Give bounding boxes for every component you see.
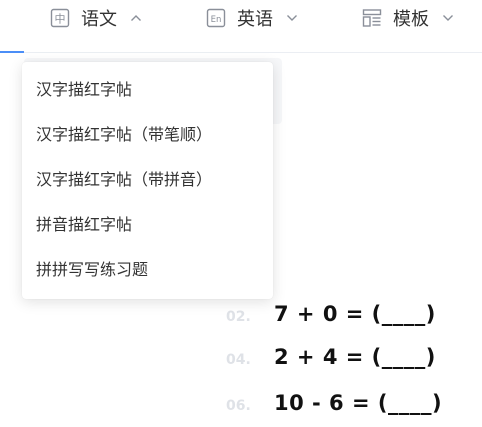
- tab-template[interactable]: 模板: [362, 0, 455, 36]
- svg-text:En: En: [211, 15, 222, 25]
- menu-item-pinyin-tracing[interactable]: 拼音描红字帖: [36, 213, 132, 237]
- active-tab-indicator: [0, 51, 24, 53]
- tab-chinese-label: 语文: [81, 9, 117, 30]
- problem-expression: 7 + 0 = (____): [274, 302, 436, 326]
- svg-text:中: 中: [55, 13, 66, 26]
- problem-expression: 10 - 6 = (____): [274, 391, 443, 415]
- problem-number: 02.: [226, 309, 251, 325]
- problem-row: 02. 7 + 0 = (____): [226, 302, 436, 332]
- tab-template-label: 模板: [393, 9, 429, 30]
- chevron-down-icon: [441, 11, 455, 25]
- chevron-down-icon: [285, 11, 299, 25]
- tab-english-label: 英语: [237, 9, 273, 30]
- tab-chinese[interactable]: 中 语文: [50, 0, 143, 36]
- chinese-character-icon: 中: [50, 8, 70, 28]
- page: 中 语文 En 英语 模板 02. 7 + 0 = (____) 04. 2 +…: [0, 0, 482, 427]
- problem-number: 04.: [226, 352, 251, 368]
- problem-row: 06. 10 - 6 = (____): [226, 391, 442, 421]
- chinese-dropdown-menu: 汉字描红字帖 汉字描红字帖（带笔顺） 汉字描红字帖（带拼音） 拼音描红字帖 拼拼…: [22, 62, 273, 299]
- menu-item-hanzi-tracing-pinyin[interactable]: 汉字描红字帖（带拼音）: [36, 168, 212, 192]
- problem-number: 06.: [226, 398, 251, 414]
- problem-expression: 2 + 4 = (____): [274, 345, 436, 369]
- menu-item-hanzi-tracing[interactable]: 汉字描红字帖: [36, 78, 132, 102]
- tab-english[interactable]: En 英语: [206, 0, 299, 36]
- chevron-up-icon: [129, 11, 143, 25]
- problem-row: 04. 2 + 4 = (____): [226, 345, 436, 375]
- menu-item-pinyin-writing-practice[interactable]: 拼拼写写练习题: [36, 258, 148, 282]
- english-icon: En: [206, 8, 226, 28]
- template-icon: [362, 8, 382, 28]
- menu-item-hanzi-tracing-stroke-order[interactable]: 汉字描红字帖（带笔顺）: [36, 123, 212, 147]
- top-nav-bar: 中 语文 En 英语 模板: [0, 0, 482, 53]
